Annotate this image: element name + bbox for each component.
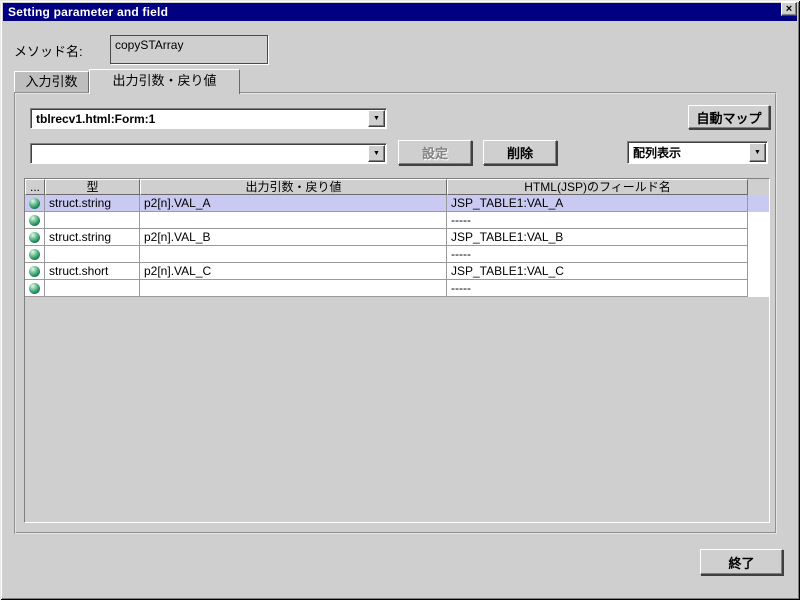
column-header-output-arg[interactable]: 出力引数・戻り値 [140, 179, 447, 195]
row-status-cell [25, 280, 45, 297]
green-ball-icon [29, 232, 40, 243]
row-field-cell: ----- [447, 280, 748, 297]
column-header-status[interactable]: ... [25, 179, 45, 195]
row-type-cell [45, 246, 140, 263]
row-output-cell [140, 280, 447, 297]
method-name-field[interactable]: copySTArray [110, 35, 268, 64]
display-mode-value: 配列表示 [628, 144, 748, 161]
table-header-row: ... 型 出力引数・戻り値 HTML(JSP)のフィールド名 [25, 179, 769, 195]
set-button: 設定 [398, 140, 472, 165]
row-status-cell [25, 212, 45, 229]
row-status-cell [25, 246, 45, 263]
form-select-value: tblrecv1.html:Form:1 [31, 112, 367, 126]
row-output-cell: p2[n].VAL_B [140, 229, 447, 246]
table-body: struct.stringp2[n].VAL_AJSP_TABLE1:VAL_A… [25, 195, 769, 297]
close-icon[interactable]: × [781, 2, 797, 16]
row-type-cell [45, 280, 140, 297]
method-name-label: メソッド名: [14, 41, 83, 60]
row-output-cell [140, 212, 447, 229]
row-field-cell: ----- [447, 246, 748, 263]
row-field-cell: ----- [447, 212, 748, 229]
mapping-table: ... 型 出力引数・戻り値 HTML(JSP)のフィールド名 struct.s… [24, 178, 770, 523]
chevron-down-icon[interactable]: ▼ [368, 110, 385, 127]
form-select-combobox[interactable]: tblrecv1.html:Form:1 ▼ [30, 108, 387, 129]
row-output-cell: p2[n].VAL_C [140, 263, 447, 280]
table-row[interactable]: ----- [25, 212, 769, 229]
auto-map-button[interactable]: 自動マップ [688, 105, 770, 129]
row-output-cell: p2[n].VAL_A [140, 195, 447, 212]
delete-button[interactable]: 削除 [483, 140, 557, 165]
title-bar[interactable]: Setting parameter and field [3, 3, 797, 21]
table-row[interactable]: ----- [25, 280, 769, 297]
row-field-cell: JSP_TABLE1:VAL_C [447, 263, 748, 280]
row-field-cell: JSP_TABLE1:VAL_A [447, 195, 748, 212]
green-ball-icon [29, 215, 40, 226]
window-title: Setting parameter and field [3, 5, 168, 19]
green-ball-icon [29, 283, 40, 294]
field-select-combobox[interactable]: ▼ [30, 143, 387, 164]
table-row[interactable]: struct.shortp2[n].VAL_CJSP_TABLE1:VAL_C [25, 263, 769, 280]
row-field-cell: JSP_TABLE1:VAL_B [447, 229, 748, 246]
settings-dialog: Setting parameter and field × メソッド名: cop… [0, 0, 800, 600]
green-ball-icon [29, 198, 40, 209]
row-status-cell [25, 263, 45, 280]
chevron-down-icon[interactable]: ▼ [368, 145, 385, 162]
table-row[interactable]: struct.stringp2[n].VAL_BJSP_TABLE1:VAL_B [25, 229, 769, 246]
tab-output-arguments[interactable]: 出力引数・戻り値 [89, 69, 240, 94]
row-status-cell [25, 229, 45, 246]
table-row[interactable]: ----- [25, 246, 769, 263]
column-header-html-field[interactable]: HTML(JSP)のフィールド名 [447, 179, 748, 195]
table-row[interactable]: struct.stringp2[n].VAL_AJSP_TABLE1:VAL_A [25, 195, 769, 212]
row-type-cell: struct.string [45, 229, 140, 246]
chevron-down-icon[interactable]: ▼ [749, 143, 766, 162]
display-mode-combobox[interactable]: 配列表示 ▼ [627, 141, 768, 164]
green-ball-icon [29, 249, 40, 260]
exit-button[interactable]: 終了 [700, 549, 783, 575]
tab-input-arguments[interactable]: 入力引数 [14, 71, 89, 92]
row-output-cell [140, 246, 447, 263]
row-type-cell [45, 212, 140, 229]
column-header-type[interactable]: 型 [45, 179, 140, 195]
green-ball-icon [29, 266, 40, 277]
row-type-cell: struct.string [45, 195, 140, 212]
row-status-cell [25, 195, 45, 212]
row-type-cell: struct.short [45, 263, 140, 280]
